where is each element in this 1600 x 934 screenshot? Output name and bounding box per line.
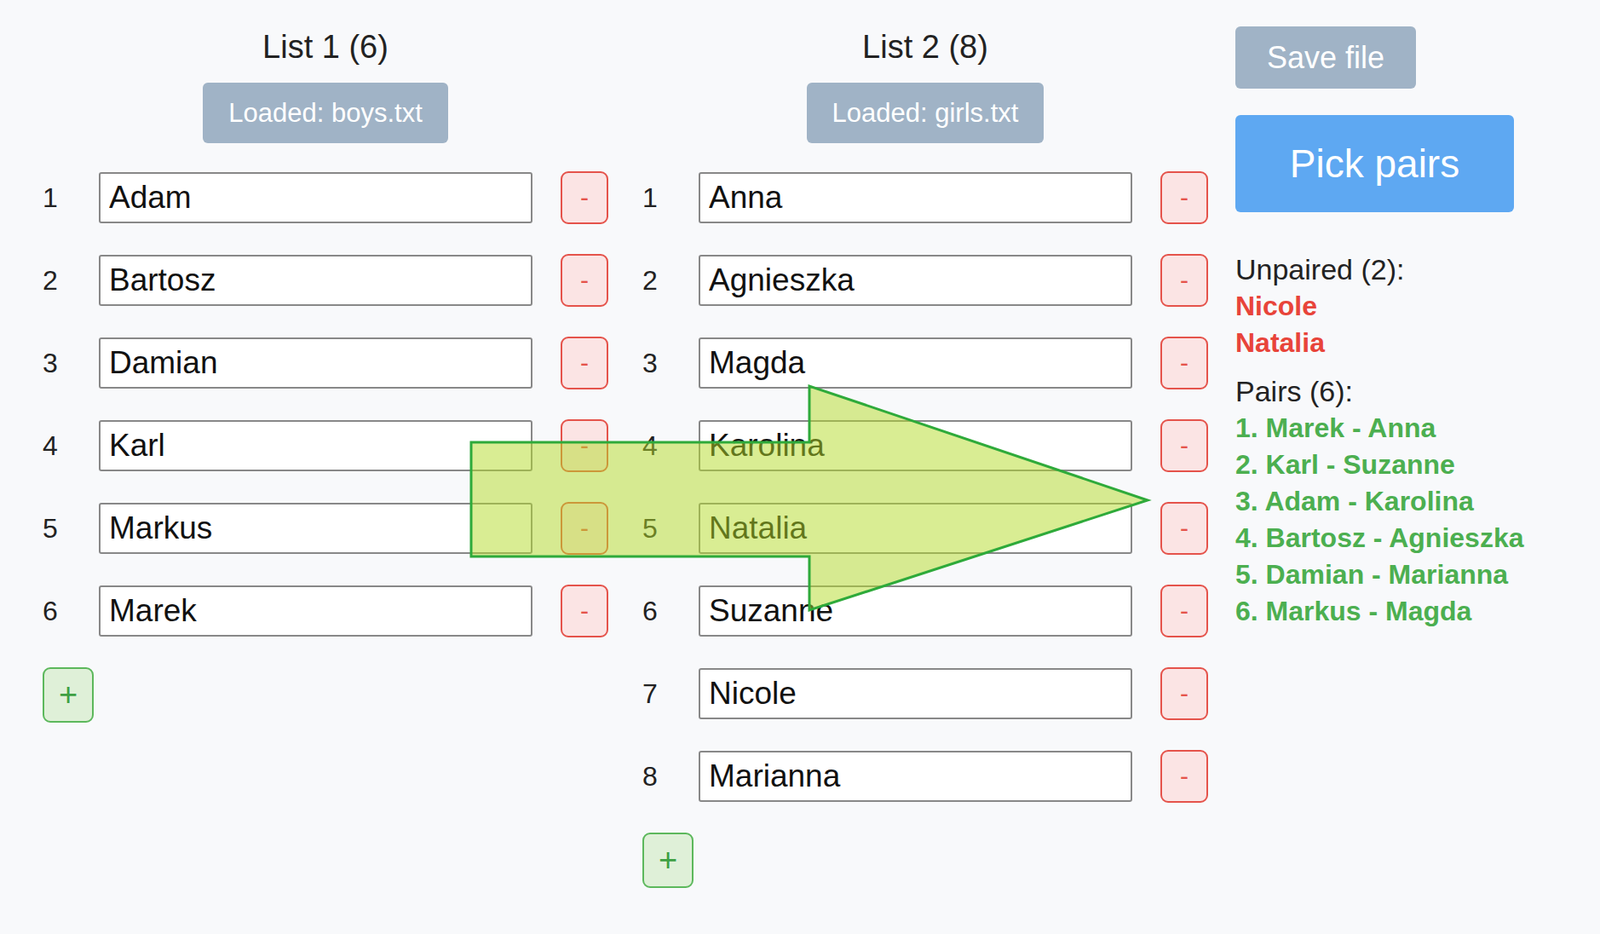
row-number: 1 bbox=[42, 182, 99, 214]
pair-item: 3. Adam - Karolina bbox=[1235, 483, 1474, 520]
list-column: List 1 (6) Loaded: boys.txt 1 -2 -3 -4 -… bbox=[42, 25, 609, 723]
name-input[interactable] bbox=[698, 667, 1133, 720]
name-input[interactable] bbox=[98, 172, 533, 224]
row-number: 7 bbox=[642, 678, 699, 710]
list-row: 8 - bbox=[642, 749, 1209, 803]
pair-item: 2. Karl - Suzanne bbox=[1235, 446, 1456, 484]
remove-button[interactable]: - bbox=[560, 419, 609, 472]
pair-item: 5. Damian - Marianna bbox=[1235, 556, 1508, 593]
row-number: 4 bbox=[642, 430, 699, 462]
list-row: 3 - bbox=[42, 336, 609, 390]
name-input[interactable] bbox=[98, 502, 533, 554]
pair-item: 4. Bartosz - Agnieszka bbox=[1235, 519, 1524, 557]
remove-button[interactable]: - bbox=[560, 501, 609, 555]
list-row: 2 - bbox=[42, 253, 609, 307]
remove-button[interactable]: - bbox=[560, 336, 609, 390]
remove-button[interactable]: - bbox=[560, 584, 609, 638]
row-number: 4 bbox=[42, 430, 99, 462]
name-input[interactable] bbox=[698, 420, 1133, 472]
row-number: 3 bbox=[642, 347, 699, 380]
remove-button[interactable]: - bbox=[1160, 667, 1209, 720]
load-file-button[interactable]: Loaded: girls.txt bbox=[806, 82, 1045, 144]
load-file-button[interactable]: Loaded: boys.txt bbox=[202, 82, 449, 144]
remove-button[interactable]: - bbox=[560, 171, 609, 225]
pairs-heading: Pairs (6): bbox=[1235, 373, 1353, 410]
results-panel: Save file Pick pairs Unpaired (2): Nicol… bbox=[1235, 25, 1524, 630]
pair-picker: List 1 (6) Loaded: boys.txt 1 -2 -3 -4 -… bbox=[0, 0, 1600, 909]
row-number: 5 bbox=[42, 512, 99, 545]
row-number: 6 bbox=[42, 595, 99, 628]
row-number: 6 bbox=[642, 595, 699, 628]
add-row: + bbox=[42, 667, 609, 723]
remove-button[interactable]: - bbox=[1160, 584, 1209, 638]
remove-button[interactable]: - bbox=[560, 253, 609, 307]
row-number: 1 bbox=[642, 182, 699, 214]
list-row: 4 - bbox=[42, 419, 609, 472]
unpaired-name: Natalia bbox=[1235, 324, 1325, 362]
add-button[interactable]: + bbox=[42, 667, 94, 723]
name-input[interactable] bbox=[698, 585, 1133, 637]
list-row: 7 - bbox=[642, 667, 1209, 720]
list-row: 5 - bbox=[42, 501, 609, 555]
row-number: 3 bbox=[42, 347, 99, 380]
name-input[interactable] bbox=[698, 172, 1133, 224]
name-input[interactable] bbox=[698, 750, 1133, 802]
remove-button[interactable]: - bbox=[1160, 336, 1209, 390]
list-rows: 1 -2 -3 -4 -5 -6 - + bbox=[42, 171, 609, 723]
list-title: List 1 (6) bbox=[262, 27, 389, 67]
row-number: 2 bbox=[42, 264, 99, 297]
list-rows: 1 -2 -3 -4 -5 -6 -7 -8 - + bbox=[642, 171, 1209, 888]
name-input[interactable] bbox=[698, 254, 1133, 306]
list-column: List 2 (8) Loaded: girls.txt 1 -2 -3 -4 … bbox=[642, 25, 1209, 888]
list-row: 6 - bbox=[642, 584, 1209, 638]
add-button[interactable]: + bbox=[642, 832, 694, 888]
arrow-icon bbox=[0, 0, 1600, 909]
name-input[interactable] bbox=[698, 502, 1133, 554]
row-number: 2 bbox=[642, 264, 699, 297]
remove-button[interactable]: - bbox=[1160, 171, 1209, 225]
remove-button[interactable]: - bbox=[1160, 749, 1209, 803]
row-number: 5 bbox=[642, 512, 699, 545]
name-input[interactable] bbox=[98, 254, 533, 306]
save-file-button[interactable]: Save file bbox=[1235, 26, 1416, 89]
pick-pairs-button[interactable]: Pick pairs bbox=[1235, 115, 1514, 213]
add-row: + bbox=[642, 832, 1209, 888]
pair-item: 6. Markus - Magda bbox=[1235, 592, 1472, 630]
remove-button[interactable]: - bbox=[1160, 419, 1209, 472]
list-row: 6 - bbox=[42, 584, 609, 638]
name-input[interactable] bbox=[98, 585, 533, 637]
unpaired-heading: Unpaired (2): bbox=[1235, 251, 1405, 288]
list-row: 2 - bbox=[642, 253, 1209, 307]
list-row: 5 - bbox=[642, 501, 1209, 555]
remove-button[interactable]: - bbox=[1160, 501, 1209, 555]
list-title: List 2 (8) bbox=[862, 27, 989, 67]
list-row: 4 - bbox=[642, 419, 1209, 472]
unpaired-name: Nicole bbox=[1235, 287, 1318, 325]
name-input[interactable] bbox=[698, 337, 1133, 389]
remove-button[interactable]: - bbox=[1160, 253, 1209, 307]
row-number: 8 bbox=[642, 760, 699, 793]
list-row: 3 - bbox=[642, 336, 1209, 390]
list-row: 1 - bbox=[42, 171, 609, 225]
name-input[interactable] bbox=[98, 420, 533, 472]
pair-item: 1. Marek - Anna bbox=[1235, 409, 1436, 447]
list-row: 1 - bbox=[642, 171, 1209, 225]
name-input[interactable] bbox=[98, 337, 533, 389]
